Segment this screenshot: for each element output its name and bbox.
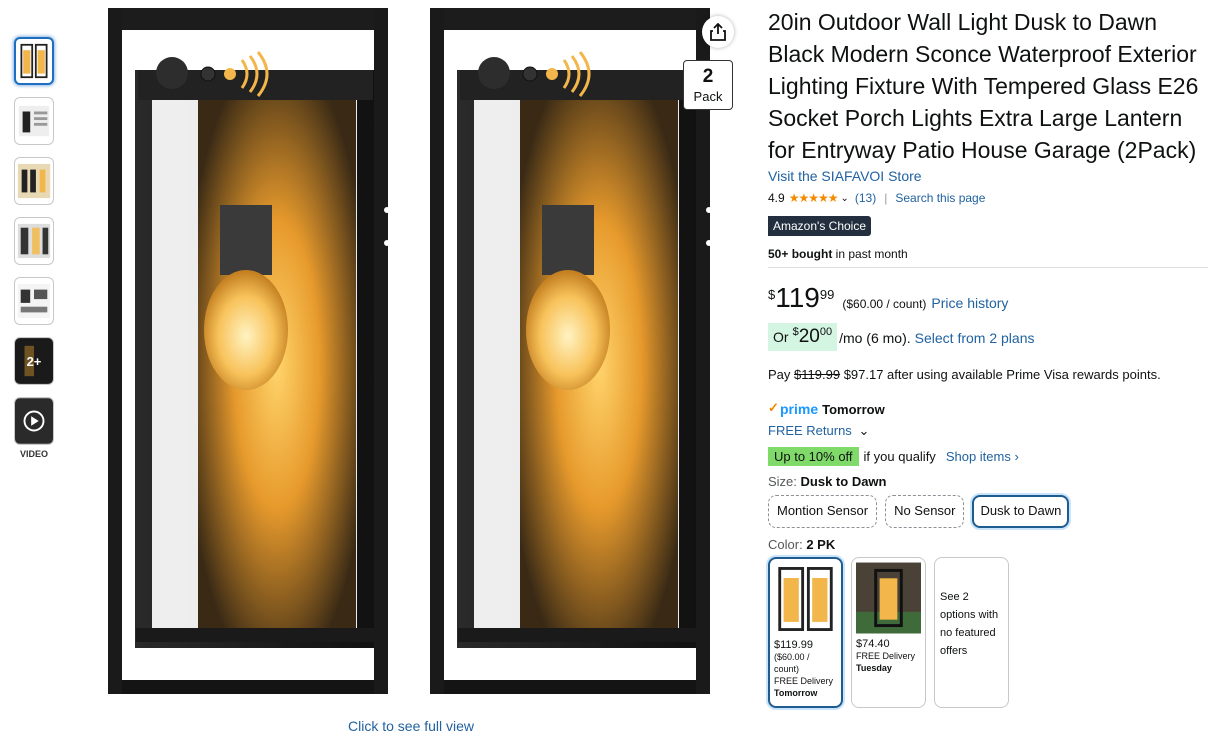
- share-icon: [710, 23, 726, 41]
- color-swatch-2pk[interactable]: $119.99 ($60.00 / count) FREE Delivery T…: [768, 557, 843, 708]
- swatch-delivery-day: Tuesday: [856, 663, 892, 673]
- select-plans-link[interactable]: Select from 2 plans: [915, 330, 1035, 346]
- price-currency: $: [768, 287, 776, 302]
- color-swatch-more-options[interactable]: See 2 options with no featured offers: [934, 557, 1009, 708]
- price-per-unit: ($60.00 / count): [842, 297, 927, 311]
- full-view-link[interactable]: Click to see full view: [348, 718, 474, 734]
- price-fraction: 99: [819, 287, 835, 302]
- size-option-dusk-to-dawn[interactable]: Dusk to Dawn: [972, 495, 1070, 528]
- price-whole: 119: [775, 282, 820, 313]
- chevron-down-icon: ⌄: [858, 423, 870, 438]
- size-option-motion-sensor[interactable]: Montion Sensor: [768, 495, 878, 528]
- monthly-price-highlight: Or $ 20 00: [768, 323, 838, 351]
- thumbnail-strip: 2+ VIDEO: [14, 37, 56, 459]
- monthly-or: Or: [773, 329, 789, 345]
- store-link[interactable]: Visit the SIAFAVOI Store: [768, 168, 1213, 184]
- pack-badge: 2 Pack: [683, 60, 733, 110]
- prime-visa-offer: Pay $119.99 $97.17 after using available…: [768, 367, 1213, 382]
- monthly-whole: 20: [798, 326, 820, 347]
- bought-count: 50+ bought in past month: [768, 247, 1213, 261]
- pay-strike-price: $119.99: [794, 367, 841, 382]
- monthly-fraction: 00: [819, 326, 833, 338]
- main-product-image[interactable]: [100, 0, 740, 712]
- swatch-delivery: FREE Delivery: [856, 651, 916, 661]
- amazons-choice-badge: Amazon's Choice: [768, 216, 871, 236]
- thumbnail-4[interactable]: [14, 217, 54, 265]
- swatch-delivery-day: Tomorrow: [774, 688, 818, 698]
- video-label: VIDEO: [19, 449, 48, 459]
- monthly-payment: Or $ 20 00 /mo (6 mo). Select from 2 pla…: [768, 323, 1213, 351]
- bought-count-bold: 50+ bought: [768, 247, 833, 261]
- free-returns-link[interactable]: FREE Returns ⌄: [768, 423, 1213, 439]
- swatch-image: [774, 563, 837, 635]
- pay-prefix: Pay: [768, 367, 791, 382]
- delivery-day: Tomorrow: [822, 401, 885, 417]
- divider: |: [884, 191, 888, 205]
- color-swatch-single[interactable]: $74.40 FREE Delivery Tuesday: [851, 557, 926, 708]
- bought-count-rest: in past month: [832, 247, 908, 261]
- thumbnail-2[interactable]: [14, 97, 54, 145]
- prime-logo-icon: prime: [768, 400, 818, 417]
- shop-items-link[interactable]: Shop items ›: [946, 449, 1019, 464]
- rating-row: 4.9 ★★★★★ ⌄ (13) | Search this page: [768, 190, 1213, 206]
- product-title: 20in Outdoor Wall Light Dusk to Dawn Bla…: [768, 9, 1199, 163]
- pay-rest: $97.17 after using available Prime Visa …: [843, 367, 1161, 382]
- prime-delivery: prime Tomorrow: [768, 400, 1213, 417]
- thumbnail-5[interactable]: [14, 277, 54, 325]
- swatch-unit-price: ($60.00 / count): [774, 652, 810, 674]
- star-rating-icon[interactable]: ★★★★★: [789, 191, 839, 205]
- product-photo: [108, 8, 712, 694]
- thumbnail-video[interactable]: [14, 397, 54, 445]
- qualify-text: if you qualify: [863, 449, 936, 464]
- more-images-label: 2+: [15, 338, 53, 384]
- thumbnail-3[interactable]: [14, 157, 54, 205]
- search-this-page-link[interactable]: Search this page: [895, 191, 985, 205]
- thumbnail-1[interactable]: [14, 37, 54, 85]
- share-button[interactable]: [702, 16, 734, 48]
- size-selected: Dusk to Dawn: [800, 474, 887, 489]
- swatch-delivery: FREE Delivery: [774, 676, 834, 686]
- color-label: Color: 2 PK: [768, 537, 1213, 552]
- color-swatches: $119.99 ($60.00 / count) FREE Delivery T…: [768, 557, 1213, 708]
- monthly-term: /mo (6 mo).: [839, 330, 911, 346]
- discount-badge: Up to 10% off: [768, 447, 859, 466]
- size-options: Montion Sensor No Sensor Dusk to Dawn: [768, 495, 1213, 528]
- thumbnail-6[interactable]: 2+: [14, 337, 54, 385]
- color-selected: 2 PK: [806, 537, 836, 552]
- rating-value: 4.9: [768, 191, 785, 205]
- swatch-price: $119.99: [774, 639, 813, 651]
- review-count-link[interactable]: (13): [855, 191, 876, 205]
- chevron-down-icon[interactable]: ⌄: [840, 193, 848, 204]
- color-key: Color:: [768, 537, 803, 552]
- free-returns-label: FREE Returns: [768, 423, 852, 438]
- size-key: Size:: [768, 474, 797, 489]
- product-info: 20in Outdoor Wall Light Dusk to Dawn Bla…: [768, 6, 1213, 708]
- swatch-price: $74.40: [856, 638, 890, 650]
- divider-line: [768, 267, 1208, 268]
- size-label: Size: Dusk to Dawn: [768, 474, 1213, 489]
- price-history-link[interactable]: Price history: [931, 295, 1008, 311]
- swatch-image: [856, 562, 921, 634]
- price-block: $ 119 99 ($60.00 / count) Price history: [768, 283, 1213, 313]
- pack-badge-text: Pack: [693, 89, 723, 104]
- size-option-no-sensor[interactable]: No Sensor: [885, 495, 965, 528]
- deal-row: Up to 10% off if you qualify Shop items …: [768, 447, 1213, 466]
- pack-badge-number: 2: [702, 66, 714, 87]
